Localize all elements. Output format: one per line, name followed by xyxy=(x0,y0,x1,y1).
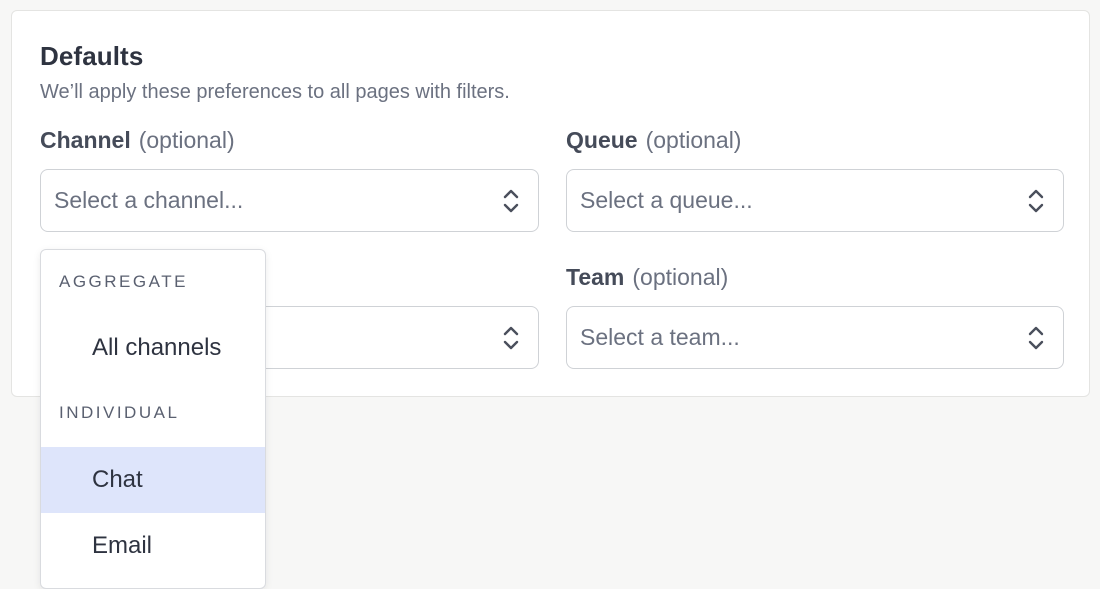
team-optional-label: (optional) xyxy=(632,264,729,290)
chevron-up-down-icon xyxy=(503,189,519,213)
card-title: Defaults xyxy=(40,41,144,71)
menu-item-email[interactable]: Email xyxy=(41,513,265,579)
menu-item-chat[interactable]: Chat xyxy=(41,447,265,513)
team-select-placeholder: Select a team... xyxy=(580,324,740,350)
queue-label: Queue xyxy=(566,127,638,153)
team-label: Team xyxy=(566,264,625,290)
channel-optional-label: (optional) xyxy=(138,127,235,153)
channel-select[interactable]: Select a channel... xyxy=(40,169,539,232)
card-subtitle: We’ll apply these preferences to all pag… xyxy=(40,81,510,103)
menu-item-all-channels[interactable]: All channels xyxy=(41,315,265,381)
queue-select[interactable]: Select a queue... xyxy=(566,169,1064,232)
queue-optional-label: (optional) xyxy=(645,127,742,153)
menu-group-aggregate: AGGREGATE xyxy=(59,272,188,291)
chevron-up-down-icon xyxy=(1028,189,1044,213)
chevron-up-down-icon xyxy=(503,326,519,350)
channel-dropdown-menu: AGGREGATE All channels INDIVIDUAL Chat E… xyxy=(40,249,266,589)
channel-label: Channel xyxy=(40,127,131,153)
team-select[interactable]: Select a team... xyxy=(566,306,1064,369)
team-field-label: Team (optional) xyxy=(566,264,728,291)
queue-select-placeholder: Select a queue... xyxy=(580,187,753,213)
queue-field-label: Queue (optional) xyxy=(566,127,741,154)
channel-field-label: Channel (optional) xyxy=(40,127,235,154)
chevron-up-down-icon xyxy=(1028,326,1044,350)
menu-group-individual: INDIVIDUAL xyxy=(59,403,180,422)
channel-select-placeholder: Select a channel... xyxy=(54,187,244,213)
